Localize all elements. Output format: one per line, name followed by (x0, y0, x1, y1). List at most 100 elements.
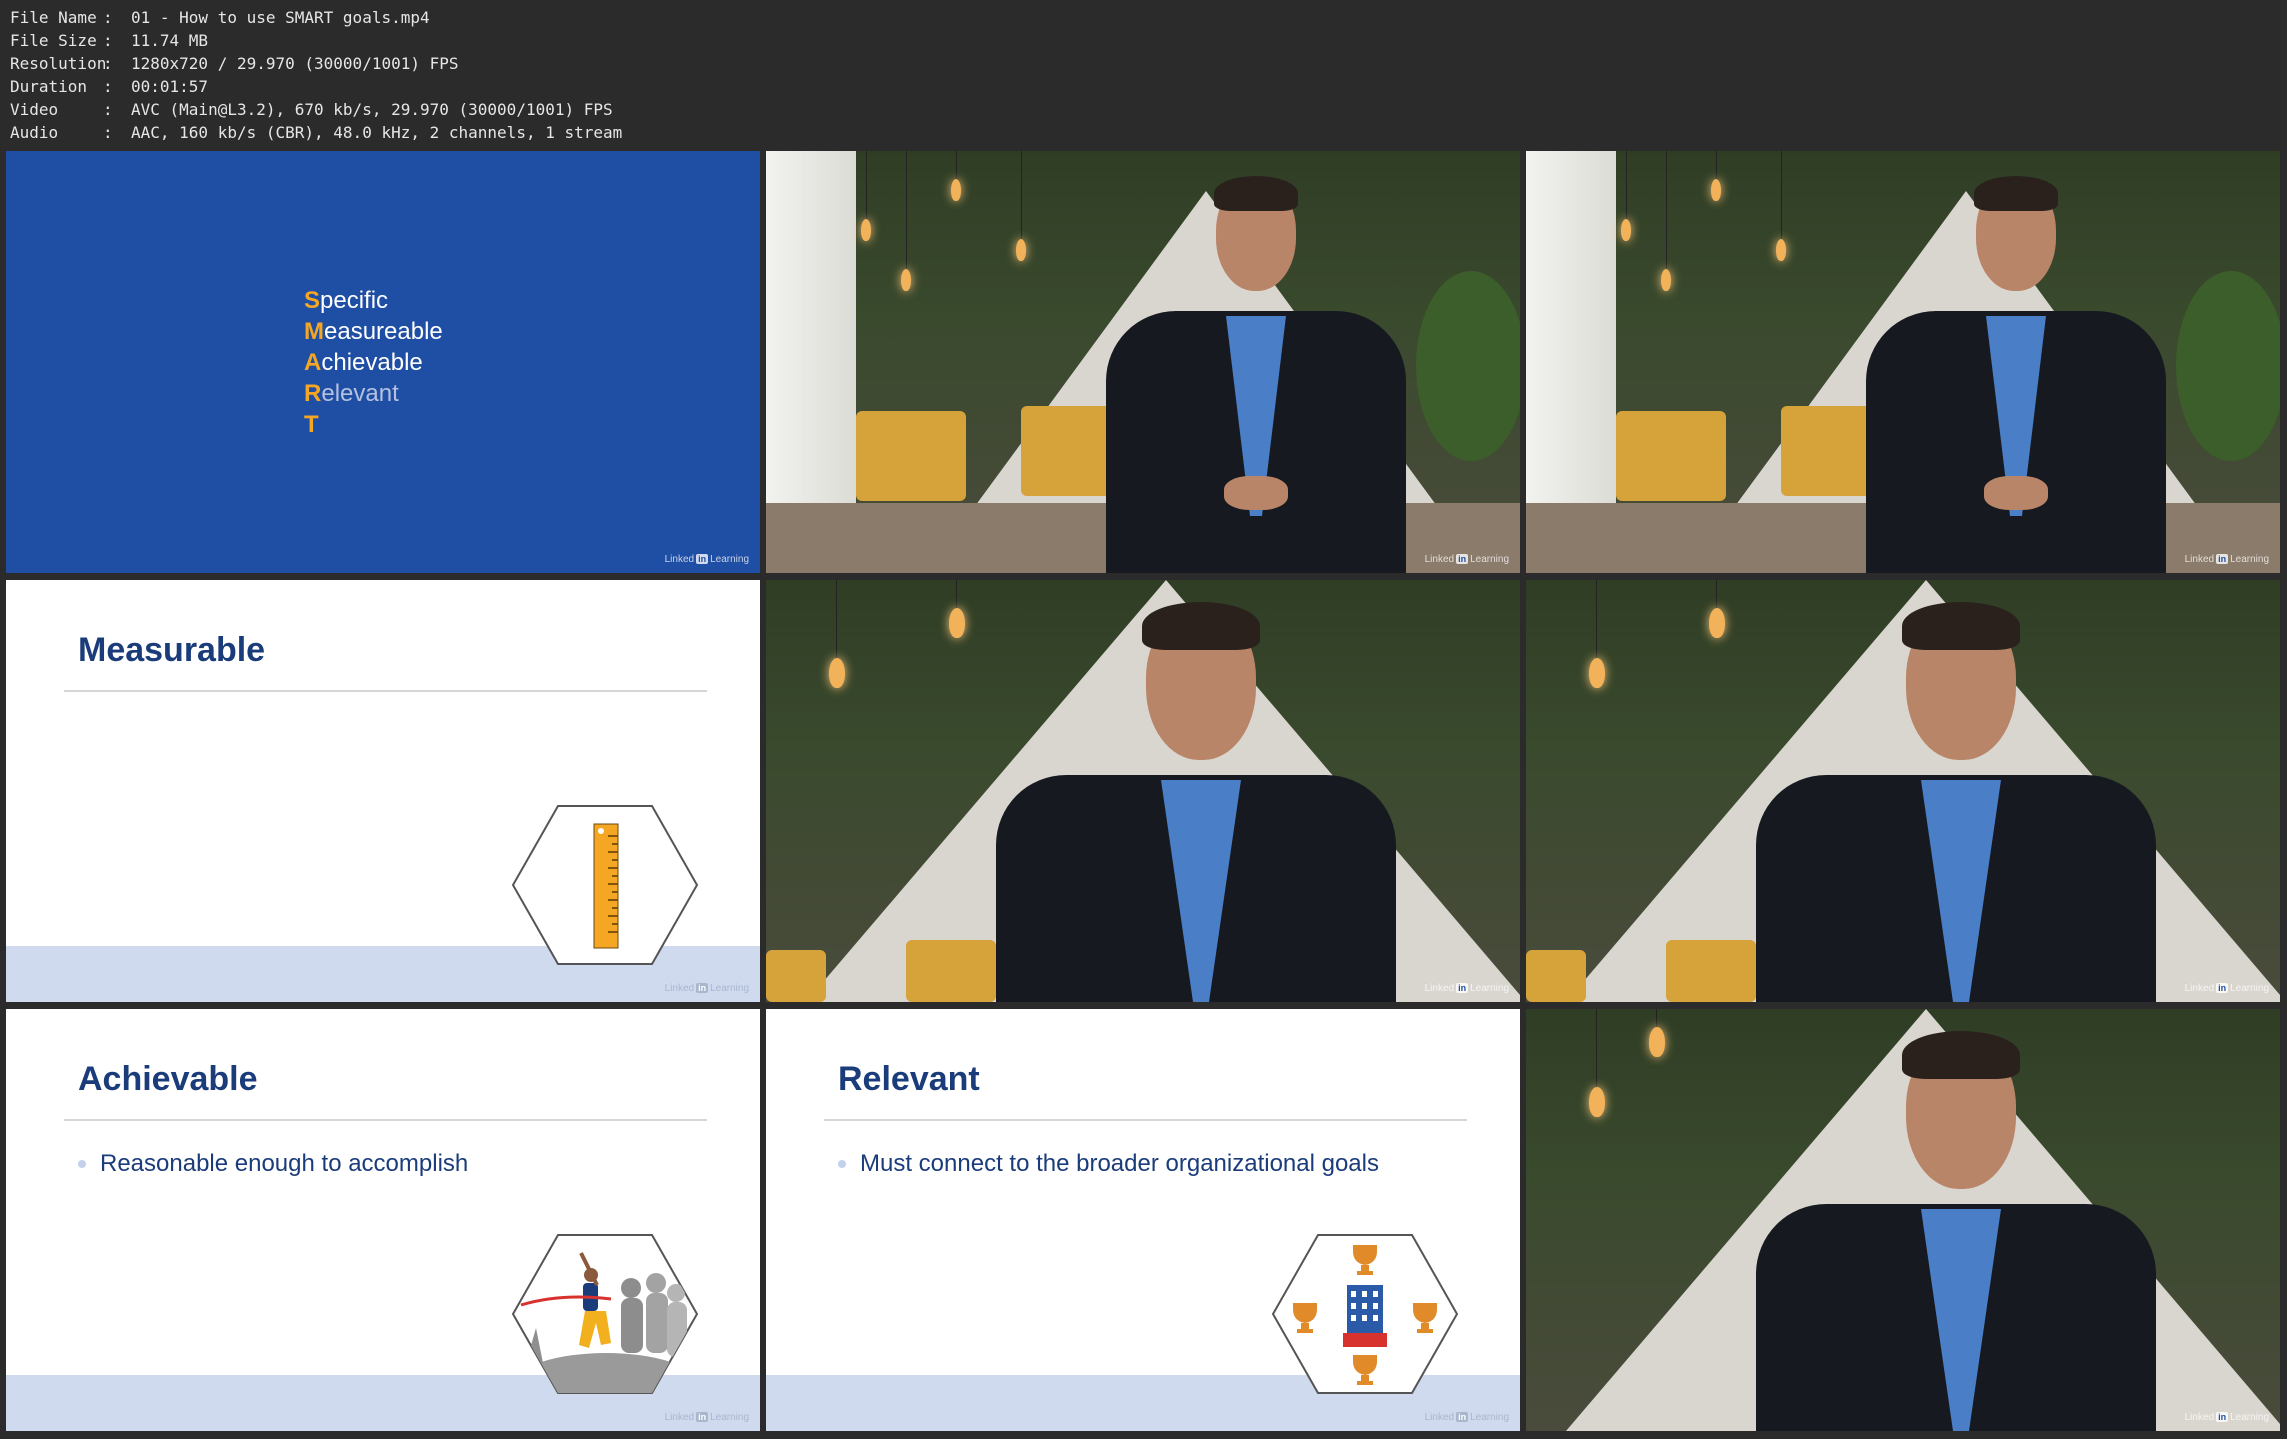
celebrating-runner-hexagon-icon (511, 1234, 699, 1394)
lamp-cord (1021, 151, 1022, 241)
thumbnail-relevant-slide: Relevant Must connect to the broader org… (766, 1009, 1520, 1431)
presenter-hair (1902, 1031, 2020, 1079)
thumbnail-measurable-slide: Measurable Linked in Learning (6, 580, 760, 1002)
thumbnail-presenter-closeup: Linked in Learning (1526, 1009, 2280, 1431)
presenter-hair (1974, 176, 2058, 211)
info-separator: : (103, 77, 113, 96)
lamp-bulb-icon (1711, 179, 1721, 201)
watermark-text: Learning (710, 1412, 749, 1423)
media-info-row: Resolution:1280x720 / 29.970 (30000/1001… (10, 52, 622, 75)
linkedin-logo-icon: in (2216, 983, 2229, 993)
presenter-hair (1142, 602, 1260, 650)
smart-letter: R (304, 380, 322, 407)
slide-bullet: Must connect to the broader organization… (838, 1150, 1379, 1178)
watermark-text: Learning (2230, 983, 2269, 994)
info-value: 00:01:57 (131, 77, 209, 96)
watermark-text: Linked (664, 983, 695, 994)
presenter-hair (1214, 176, 1298, 211)
yellow-chair (906, 940, 996, 1002)
presenter (1756, 1029, 2156, 1431)
title-divider (64, 1119, 707, 1121)
lamp-cord (836, 580, 837, 660)
lamp-bulb-icon (861, 219, 871, 241)
media-info-row: Duration:00:01:57 (10, 75, 622, 98)
info-separator: : (103, 8, 113, 27)
yellow-chair (856, 411, 966, 501)
linkedin-learning-watermark: Linked in Learning (665, 1412, 749, 1423)
linkedin-logo-icon: in (2216, 1412, 2229, 1422)
lamp-cord (1781, 151, 1782, 241)
yellow-chair (1021, 406, 1111, 496)
lamp-cord (956, 580, 957, 610)
watermark-text: Linked (664, 1412, 695, 1423)
bullet-text: Must connect to the broader organization… (860, 1150, 1379, 1177)
linkedin-logo-icon: in (1456, 1412, 1469, 1422)
media-info-row: File Size:11.74 MB (10, 29, 622, 52)
info-key: File Name (10, 8, 97, 27)
info-separator: : (103, 31, 113, 50)
thumbnail-grid: Specific Measureable Achievable Relevant… (6, 151, 2280, 1431)
info-separator: : (103, 54, 113, 73)
info-key: Resolution (10, 54, 107, 73)
smart-word: pecific (320, 287, 389, 314)
smart-letter: A (304, 349, 322, 376)
watermark-text: Linked (1424, 554, 1455, 565)
linkedin-learning-watermark: Linked in Learning (665, 983, 749, 994)
trophies-building-hexagon-icon (1271, 1234, 1459, 1394)
linkedin-logo-icon: in (696, 983, 709, 993)
info-key: Audio (10, 123, 59, 142)
smart-word: easureable (324, 318, 443, 345)
yellow-chair (1666, 940, 1756, 1002)
media-info-row: Audio: AAC, 160 kb/s (CBR), 48.0 kHz, 2 c… (10, 121, 622, 144)
smart-line: T (304, 409, 443, 440)
info-key: Video (10, 100, 59, 119)
slide-title: Measurable (78, 631, 266, 669)
smart-letter: T (304, 411, 319, 438)
watermark-text: Linked (664, 554, 695, 565)
lamp-cord (1596, 1009, 1597, 1089)
smart-line: Relevant (304, 378, 443, 409)
watermark-text: Linked (1424, 983, 1455, 994)
watermark-text: Linked (1424, 1412, 1455, 1423)
lamp-bulb-icon (1589, 1087, 1605, 1117)
watermark-text: Learning (710, 983, 749, 994)
lamp-cord (1596, 580, 1597, 660)
smart-word: elevant (321, 380, 399, 407)
smart-line: Specific (304, 285, 443, 316)
lamp-cord (1656, 1009, 1657, 1029)
linkedin-logo-icon: in (2216, 554, 2229, 564)
linkedin-learning-watermark: Linked in Learning (1425, 983, 1509, 994)
yellow-chair (1781, 406, 1871, 496)
lamp-bulb-icon (951, 179, 961, 201)
background-plant (2176, 271, 2280, 461)
watermark-text: Linked (2184, 983, 2215, 994)
yellow-chair (1616, 411, 1726, 501)
lamp-bulb-icon (949, 608, 965, 638)
info-value: 11.74 MB (131, 31, 209, 50)
lamp-bulb-icon (901, 269, 911, 291)
smart-line: Measureable (304, 316, 443, 347)
lamp-bulb-icon (1661, 269, 1671, 291)
thumbnail-presenter-wide: Linked in Learning (766, 151, 1520, 573)
linkedin-logo-icon: in (696, 1412, 709, 1422)
yellow-chair (766, 950, 826, 1002)
smart-line: Achievable (304, 347, 443, 378)
linkedin-learning-watermark: Linked in Learning (1425, 1412, 1509, 1423)
thumbnail-achievable-slide: Achievable Reasonable enough to accompli… (6, 1009, 760, 1431)
info-separator: : (103, 100, 113, 119)
presenter (1106, 176, 1406, 573)
lamp-cord (1666, 151, 1667, 271)
watermark-text: Learning (1470, 983, 1509, 994)
bullet-text: Reasonable enough to accomplish (100, 1150, 469, 1177)
presenter (1866, 176, 2166, 573)
watermark-text: Learning (2230, 1412, 2269, 1423)
presenter-hands (1224, 476, 1288, 510)
thumbnail-presenter-wide: Linked in Learning (1526, 151, 2280, 573)
media-info-row: Video: AVC (Main@L3.2), 670 kb/s, 29.970 … (10, 98, 622, 121)
lamp-cord (906, 151, 907, 271)
slide-title: Relevant (838, 1060, 980, 1098)
title-divider (64, 690, 707, 692)
bullet-dot-icon (78, 1160, 86, 1168)
thumbnail-presenter-closeup: Linked in Learning (766, 580, 1520, 1002)
bullet-dot-icon (838, 1160, 846, 1168)
